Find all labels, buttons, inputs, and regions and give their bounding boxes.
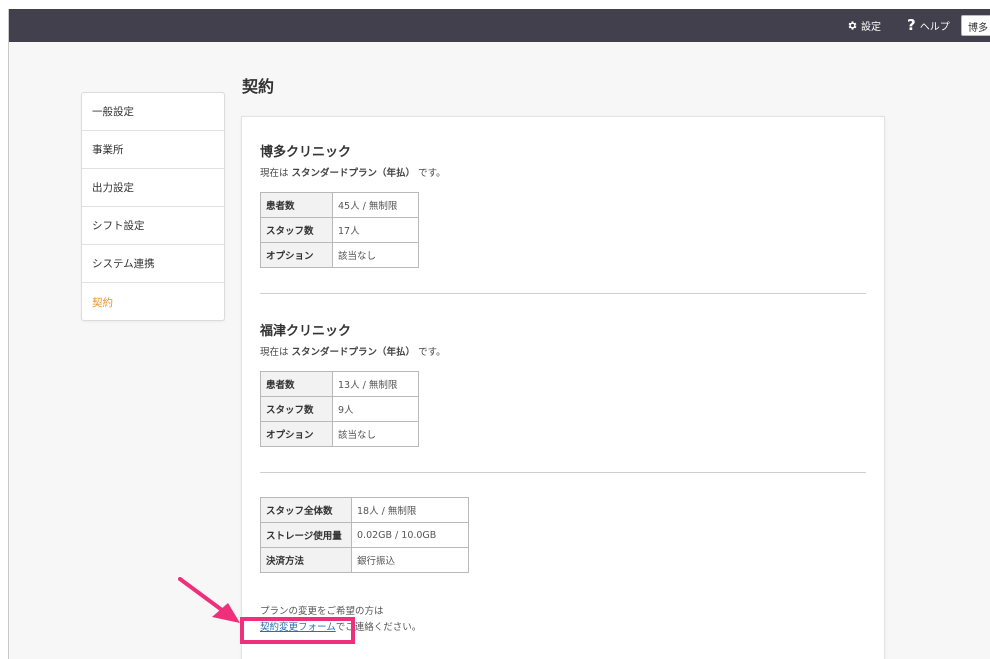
settings-sidebar: 一般設定 事業所 出力設定 シフト設定 システム連携 契約 (81, 92, 225, 321)
help-icon: ? (907, 16, 916, 34)
table-row: ストレージ使用量 0.02GB / 10.0GB (260, 522, 469, 548)
sidebar-item-output[interactable]: 出力設定 (82, 169, 224, 207)
top-bar: 設定 ? ヘルプ 博多 (9, 9, 990, 42)
row-key: オプション (260, 421, 333, 447)
row-value: 該当なし (332, 421, 419, 447)
row-value: 0.02GB / 10.0GB (351, 522, 469, 548)
plan-suffix: です。 (418, 168, 446, 179)
clinic-name: 博多クリニック (260, 145, 352, 160)
user-menu-button[interactable]: 博多 (961, 15, 990, 36)
help-label: ヘルプ (919, 22, 950, 33)
pointer-arrow-icon (178, 577, 240, 623)
table-row: 患者数 13人 / 無制限 (260, 371, 419, 397)
plan-prefix: 現在は (260, 347, 289, 358)
row-key: 決済方法 (260, 547, 352, 573)
table-row: オプション 該当なし (260, 242, 419, 268)
plan-name: スタンダードプラン（年払） (291, 347, 416, 358)
row-value: 該当なし (332, 242, 419, 268)
row-value: 17人 (332, 217, 419, 243)
settings-label: 設定 (861, 22, 881, 33)
plan-line: 現在は スタンダードプラン（年払） です。 (260, 165, 446, 179)
sidebar-item-label: 契約 (92, 296, 113, 309)
table-row: スタッフ数 17人 (260, 217, 419, 243)
clinic-stats-table: 患者数 45人 / 無制限 スタッフ数 17人 オプション 該当なし (260, 192, 419, 268)
row-key: スタッフ数 (260, 396, 333, 422)
row-key: スタッフ数 (260, 217, 333, 243)
sidebar-item-label: システム連携 (92, 258, 155, 270)
sidebar-item-general[interactable]: 一般設定 (82, 93, 224, 131)
row-key: 患者数 (260, 192, 333, 218)
sidebar-item-label: シフト設定 (92, 220, 145, 232)
row-key: スタッフ全体数 (260, 497, 352, 523)
table-row: スタッフ全体数 18人 / 無制限 (260, 497, 469, 523)
row-key: オプション (260, 242, 333, 268)
table-row: スタッフ数 9人 (260, 396, 419, 422)
plan-change-note: プランの変更をご希望の方は (260, 606, 384, 617)
sidebar-item-integration[interactable]: システム連携 (82, 245, 224, 283)
link-highlight-box (240, 617, 355, 644)
clinic-name: 福津クリニック (260, 324, 352, 339)
row-value: 9人 (332, 396, 419, 422)
plan-prefix: 現在は (260, 168, 289, 179)
sidebar-item-shift[interactable]: シフト設定 (82, 207, 224, 245)
table-row: 決済方法 銀行振込 (260, 547, 469, 573)
section-divider (260, 472, 866, 473)
contract-card: 博多クリニック 現在は スタンダードプラン（年払） です。 患者数 45人 / 無… (241, 116, 885, 659)
sidebar-item-offices[interactable]: 事業所 (82, 131, 224, 169)
table-row: オプション 該当なし (260, 421, 419, 447)
row-value: 45人 / 無制限 (332, 192, 419, 218)
plan-suffix: です。 (418, 347, 446, 358)
plan-name: スタンダードプラン（年払） (291, 168, 416, 179)
gear-icon (848, 21, 857, 30)
plan-line: 現在は スタンダードプラン（年払） です。 (260, 344, 446, 358)
row-value: 銀行振込 (351, 547, 469, 573)
table-row: 患者数 45人 / 無制限 (260, 192, 419, 218)
sidebar-item-label: 事業所 (92, 144, 124, 156)
summary-table: スタッフ全体数 18人 / 無制限 ストレージ使用量 0.02GB / 10.0GB… (260, 497, 469, 573)
settings-button[interactable]: 設定 (847, 9, 881, 42)
row-key: 患者数 (260, 371, 333, 397)
app-frame: 設定 ? ヘルプ 博多 契約 一般設定 事業所 出力設定 シフト設定 システム連… (8, 9, 990, 659)
sidebar-item-label: 一般設定 (92, 106, 134, 118)
user-label: 博多 (968, 23, 988, 34)
page-title: 契約 (242, 77, 275, 96)
help-button[interactable]: ? ヘルプ (907, 9, 950, 42)
clinic-stats-table: 患者数 13人 / 無制限 スタッフ数 9人 オプション 該当なし (260, 371, 419, 447)
section-divider (260, 293, 866, 294)
sidebar-item-label: 出力設定 (92, 182, 134, 194)
row-key: ストレージ使用量 (260, 522, 352, 548)
row-value: 13人 / 無制限 (332, 371, 419, 397)
sidebar-item-contract[interactable]: 契約 (82, 283, 224, 321)
row-value: 18人 / 無制限 (351, 497, 469, 523)
